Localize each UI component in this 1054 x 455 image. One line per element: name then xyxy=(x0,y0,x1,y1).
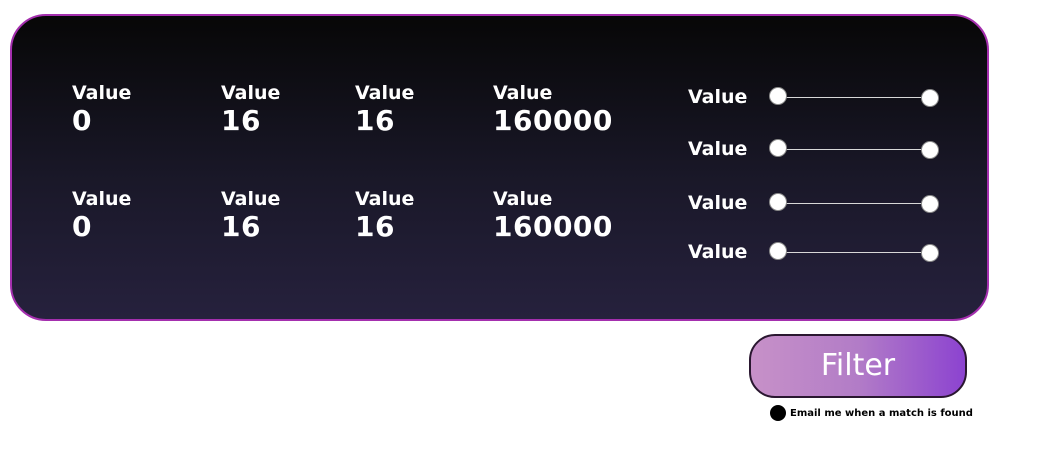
stat-row1-col1: Value 0 xyxy=(72,82,131,138)
email-notify-label: Email me when a match is found xyxy=(790,407,973,419)
stat-row1-col3: Value 16 xyxy=(355,82,414,138)
slider-track[interactable] xyxy=(778,149,930,150)
stat-label: Value xyxy=(72,82,132,104)
stat-value: 160000 xyxy=(493,104,613,137)
stat-label: Value xyxy=(355,188,415,210)
email-notify-option[interactable]: Email me when a match is found xyxy=(770,404,973,422)
stat-label: Value xyxy=(221,82,281,104)
stat-row2-col3: Value 16 xyxy=(355,188,414,244)
stat-value: 16 xyxy=(355,210,395,243)
slider-label: Value xyxy=(688,241,748,263)
range-slider-1[interactable]: Value xyxy=(688,84,948,110)
stat-value: 160000 xyxy=(493,210,613,243)
slider-max-handle[interactable] xyxy=(921,89,939,107)
slider-track[interactable] xyxy=(778,252,930,253)
stat-value: 16 xyxy=(221,104,261,137)
slider-min-handle[interactable] xyxy=(769,193,787,211)
stat-row2-col1: Value 0 xyxy=(72,188,131,244)
stat-row2-col4: Value 160000 xyxy=(493,188,613,244)
stat-label: Value xyxy=(493,82,553,104)
stat-label: Value xyxy=(221,188,281,210)
stat-value: 16 xyxy=(221,210,261,243)
slider-label: Value xyxy=(688,192,748,214)
stat-label: Value xyxy=(72,188,132,210)
stat-row1-col4: Value 160000 xyxy=(493,82,613,138)
stat-value: 0 xyxy=(72,210,92,243)
slider-min-handle[interactable] xyxy=(769,87,787,105)
range-slider-3[interactable]: Value xyxy=(688,190,948,216)
slider-label: Value xyxy=(688,86,748,108)
slider-max-handle[interactable] xyxy=(921,141,939,159)
stat-row2-col2: Value 16 xyxy=(221,188,280,244)
slider-label: Value xyxy=(688,138,748,160)
email-notify-radio[interactable] xyxy=(770,405,786,421)
slider-track[interactable] xyxy=(778,203,930,204)
slider-max-handle[interactable] xyxy=(921,195,939,213)
stat-value: 0 xyxy=(72,104,92,137)
slider-min-handle[interactable] xyxy=(769,242,787,260)
stat-label: Value xyxy=(493,188,553,210)
stat-value: 16 xyxy=(355,104,395,137)
slider-max-handle[interactable] xyxy=(921,244,939,262)
filter-button[interactable]: Filter xyxy=(749,334,967,398)
range-slider-4[interactable]: Value xyxy=(688,239,948,265)
stat-row1-col2: Value 16 xyxy=(221,82,280,138)
filter-panel: Value 0 Value 16 Value 16 Value 160000 V… xyxy=(10,14,989,321)
stat-label: Value xyxy=(355,82,415,104)
range-slider-2[interactable]: Value xyxy=(688,136,948,162)
slider-track[interactable] xyxy=(778,97,930,98)
slider-min-handle[interactable] xyxy=(769,139,787,157)
